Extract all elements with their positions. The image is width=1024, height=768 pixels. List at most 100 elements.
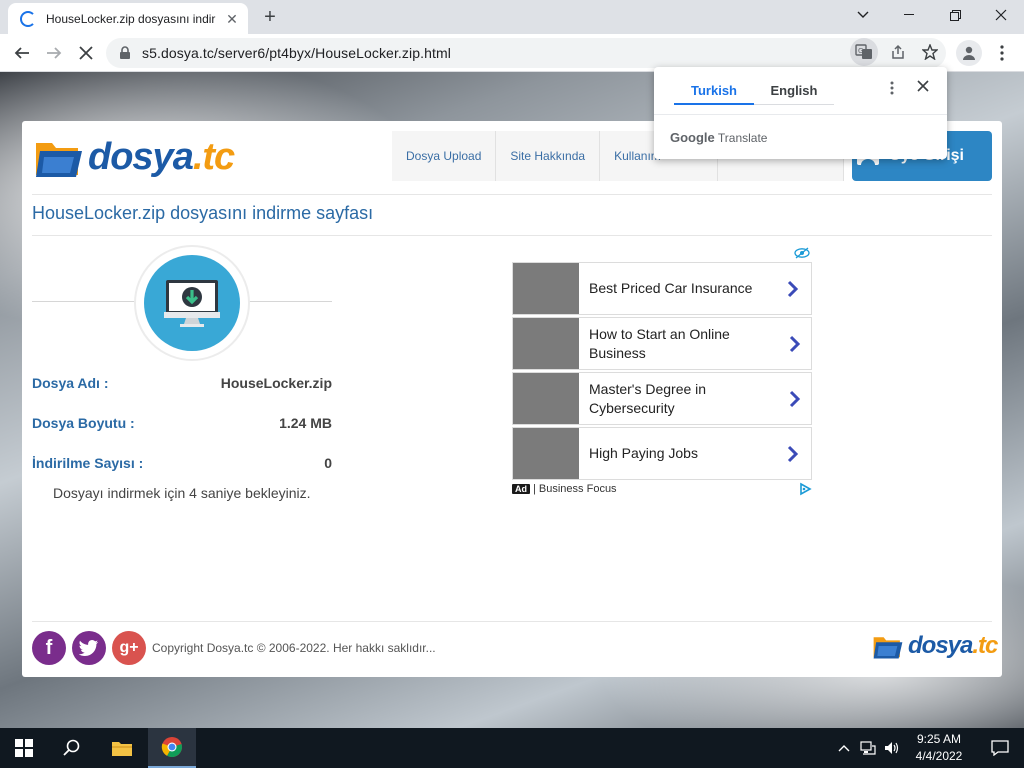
file-size-value: 1.24 MB bbox=[279, 415, 332, 431]
new-tab-button[interactable]: + bbox=[258, 5, 282, 29]
divider bbox=[32, 235, 992, 236]
monitor-download-icon bbox=[164, 280, 220, 327]
adchoices-icon[interactable] bbox=[798, 482, 812, 496]
logo-wordmark: dosya.tc bbox=[88, 135, 235, 178]
svg-text:G: G bbox=[858, 47, 863, 55]
chrome-taskbar-button[interactable] bbox=[148, 728, 196, 768]
site-logo[interactable]: dosya.tc bbox=[34, 133, 235, 181]
footer-logo[interactable]: dosya.tc bbox=[872, 631, 998, 661]
nav-site-hakkinda[interactable]: Site Hakkında bbox=[496, 131, 601, 181]
translate-popup: Turkish English Google Translate bbox=[654, 67, 947, 159]
more-vert-icon bbox=[890, 81, 894, 95]
close-icon bbox=[917, 80, 929, 92]
more-vert-icon bbox=[1000, 45, 1004, 61]
tab-close-icon[interactable]: ✕ bbox=[224, 11, 240, 27]
ad-hide-icon[interactable] bbox=[794, 247, 810, 259]
chevron-up-icon[interactable] bbox=[838, 744, 850, 752]
chevron-right-icon bbox=[789, 335, 801, 352]
close-window-button[interactable] bbox=[978, 0, 1024, 30]
file-size-row: Dosya Boyutu : 1.24 MB bbox=[32, 415, 332, 431]
nav-dosya-upload[interactable]: Dosya Upload bbox=[392, 131, 497, 181]
restore-icon bbox=[949, 9, 961, 21]
ad-thumbnail bbox=[513, 318, 579, 369]
file-name-label: Dosya Adı : bbox=[32, 375, 109, 391]
translate-label: Translate bbox=[717, 131, 768, 145]
bookmark-button[interactable] bbox=[916, 38, 944, 66]
share-button[interactable] bbox=[884, 38, 912, 66]
facebook-icon[interactable]: f bbox=[32, 631, 66, 665]
share-icon bbox=[892, 44, 904, 59]
google-plus-icon[interactable]: g+ bbox=[112, 631, 146, 665]
notifications-button[interactable] bbox=[976, 728, 1024, 768]
browser-tab[interactable]: HouseLocker.zip dosyasını indir ✕ bbox=[8, 3, 248, 34]
lock-icon bbox=[120, 46, 130, 59]
search-icon bbox=[63, 739, 80, 756]
download-count-value: 0 bbox=[324, 455, 332, 471]
google-translate-branding: Google Translate bbox=[670, 130, 767, 145]
chrome-icon bbox=[161, 737, 182, 758]
stop-icon bbox=[79, 46, 93, 60]
system-tray bbox=[838, 728, 900, 768]
taskbar: 9:25 AM 4/4/2022 bbox=[0, 728, 1024, 768]
ad-item-label: Master's Degree in Cybersecurity bbox=[589, 380, 707, 416]
search-button[interactable] bbox=[48, 728, 96, 768]
tab-strip: HouseLocker.zip dosyasını indir ✕ + bbox=[0, 0, 1024, 34]
minimize-button[interactable] bbox=[886, 0, 932, 30]
person-icon bbox=[963, 46, 975, 60]
file-name-value: HouseLocker.zip bbox=[220, 375, 332, 391]
ad-footer: Ad | Business Focus bbox=[512, 483, 812, 495]
back-button[interactable] bbox=[8, 39, 36, 67]
ad-item[interactable]: High Paying Jobs bbox=[512, 427, 812, 480]
chevron-down-icon bbox=[857, 11, 869, 18]
ad-item[interactable]: Best Priced Car Insurance bbox=[512, 262, 812, 315]
restore-button[interactable] bbox=[932, 0, 978, 30]
windows-logo-icon bbox=[15, 739, 33, 757]
divider bbox=[32, 621, 992, 622]
twitter-icon[interactable] bbox=[72, 631, 106, 665]
notification-icon bbox=[991, 740, 1009, 756]
copyright-text: Copyright Dosya.tc © 2006-2022. Her hakk… bbox=[152, 641, 436, 655]
translate-close-button[interactable] bbox=[914, 79, 932, 99]
arrow-right-icon bbox=[47, 47, 62, 59]
file-explorer-button[interactable] bbox=[98, 728, 146, 768]
chevron-right-icon bbox=[790, 390, 801, 407]
volume-icon[interactable] bbox=[884, 741, 900, 755]
translate-options-button[interactable] bbox=[884, 81, 900, 101]
ad-item-label: How to Start an Online Business bbox=[589, 325, 730, 361]
translate-button[interactable]: G bbox=[850, 38, 878, 66]
ad-source[interactable]: | Business Focus bbox=[533, 483, 617, 495]
network-icon[interactable] bbox=[860, 741, 876, 755]
chevron-right-icon bbox=[787, 445, 799, 462]
download-count-label: İndirilme Sayısı : bbox=[32, 455, 144, 471]
address-bar[interactable]: s5.dosya.tc/server6/pt4byx/HouseLocker.z… bbox=[106, 38, 946, 68]
profile-button[interactable] bbox=[956, 40, 982, 66]
ad-item-label: Best Priced Car Insurance bbox=[589, 280, 753, 296]
minimize-icon bbox=[904, 14, 914, 15]
start-button[interactable] bbox=[0, 728, 48, 768]
download-count-row: İndirilme Sayısı : 0 bbox=[32, 455, 332, 471]
ad-block: Best Priced Car Insurance How to Start a… bbox=[512, 262, 812, 482]
wait-message: Dosyayı indirmek için 4 saniye bekleyini… bbox=[53, 485, 311, 501]
page-title: HouseLocker.zip dosyasını indirme sayfas… bbox=[32, 203, 374, 223]
folder-logo-icon bbox=[873, 637, 903, 659]
browser-menu-button[interactable] bbox=[990, 40, 1014, 66]
file-size-label: Dosya Boyutu : bbox=[32, 415, 135, 431]
folder-icon bbox=[112, 742, 132, 756]
ad-item[interactable]: How to Start an Online Business bbox=[512, 317, 812, 370]
forward-button[interactable] bbox=[40, 39, 68, 67]
site-card: dosya.tc Dosya Upload Site Hakkında Kull… bbox=[22, 121, 1002, 677]
tab-search-button[interactable] bbox=[840, 0, 886, 30]
translate-icon: G bbox=[855, 44, 872, 59]
google-wordmark: Google bbox=[670, 130, 715, 145]
translate-tab-english[interactable]: English bbox=[754, 77, 834, 105]
chevron-right-icon bbox=[787, 280, 799, 297]
file-name-row: Dosya Adı : HouseLocker.zip bbox=[32, 375, 332, 391]
ad-item[interactable]: Master's Degree in Cybersecurity bbox=[512, 372, 812, 425]
ad-thumbnail bbox=[513, 263, 579, 314]
ad-thumbnail bbox=[513, 373, 579, 424]
taskbar-clock[interactable]: 9:25 AM 4/4/2022 bbox=[906, 731, 972, 765]
ad-thumbnail bbox=[513, 428, 579, 479]
stop-button[interactable] bbox=[72, 39, 100, 67]
star-icon bbox=[922, 44, 938, 60]
translate-tab-turkish[interactable]: Turkish bbox=[674, 77, 754, 105]
